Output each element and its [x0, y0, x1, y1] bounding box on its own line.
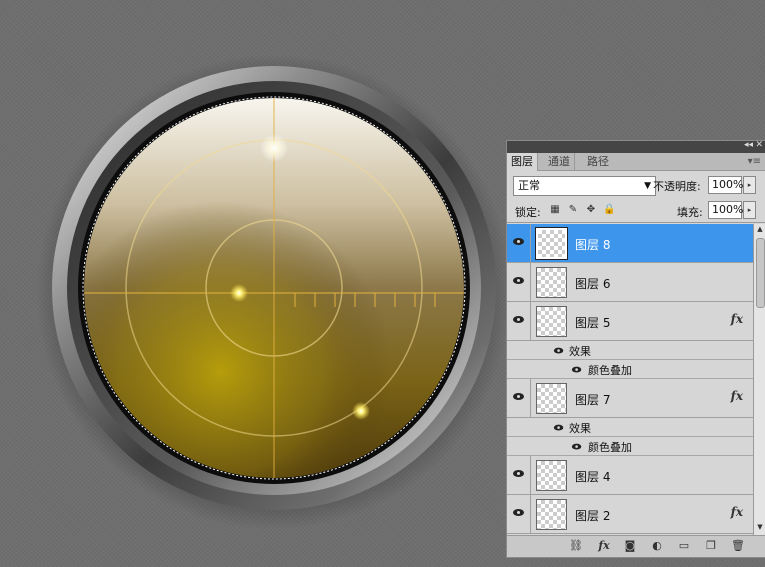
lock-all-icon[interactable]: 🔒 — [603, 204, 615, 216]
eye-icon[interactable] — [553, 424, 565, 433]
tab-paths[interactable]: 路径 — [583, 153, 613, 171]
new-layer-icon[interactable]: ❐ — [704, 539, 718, 553]
chevron-down-icon: ▼ — [644, 181, 651, 191]
layers-scrollbar[interactable]: ▲ ▼ — [753, 224, 765, 535]
folder-icon[interactable]: ▭ — [677, 539, 691, 553]
layers-list: 图层 8 图层 6 图层 5 fx ▲ 效果 颜色叠加 图层 7 — [507, 224, 753, 535]
visibility-toggle[interactable] — [507, 302, 531, 340]
fx-icon[interactable]: fx — [731, 389, 743, 403]
effect-name: 颜色叠加 — [588, 441, 632, 454]
visibility-toggle[interactable] — [507, 263, 531, 301]
opacity-label: 不透明度: — [653, 180, 701, 193]
mask-icon[interactable]: ◙ — [623, 539, 637, 553]
blend-row: 正常 ▼ 不透明度: 100% ▸ — [507, 171, 765, 199]
fx-icon[interactable]: fx — [731, 312, 743, 326]
layer-row[interactable]: 图层 7 fx ▲ — [507, 379, 753, 418]
lock-label: 锁定: — [515, 206, 541, 219]
radar-face — [84, 98, 464, 478]
layer-name: 图层 4 — [575, 470, 611, 484]
blend-mode-select[interactable]: 正常 ▼ — [513, 176, 656, 196]
fill-slider-button[interactable]: ▸ — [743, 201, 756, 219]
layer-row[interactable]: 图层 4 — [507, 456, 753, 495]
layer-row[interactable]: 图层 5 fx ▲ — [507, 302, 753, 341]
blend-mode-value: 正常 — [518, 179, 540, 192]
lock-position-icon[interactable]: ✥ — [585, 204, 597, 216]
tab-layers[interactable]: 图层 — [507, 153, 538, 171]
lock-row: 锁定: ▦ ✎ ✥ 🔒 填充: 100% ▸ — [507, 199, 765, 223]
layer-row[interactable]: 图层 8 — [507, 224, 753, 263]
effects-row[interactable]: 效果 — [507, 341, 753, 360]
layer-name: 图层 2 — [575, 509, 611, 523]
effect-item[interactable]: 颜色叠加 — [507, 360, 753, 379]
eye-icon — [512, 508, 526, 518]
close-icon[interactable]: ✕ — [755, 140, 763, 150]
layer-name: 图层 6 — [575, 277, 611, 291]
visibility-toggle[interactable] — [507, 224, 531, 262]
effects-label: 效果 — [569, 422, 591, 435]
panel-bottom-toolbar: ⛓ fx ◙ ◐ ▭ ❐ 🗑 — [507, 535, 765, 557]
layer-thumbnail — [536, 306, 567, 337]
panel-tabs: 图层 通道 路径 ▾≡ — [507, 153, 765, 171]
link-icon[interactable]: ⛓ — [569, 539, 583, 553]
scroll-down-icon[interactable]: ▼ — [755, 523, 765, 533]
lock-image-pixels-icon[interactable]: ✎ — [567, 204, 579, 216]
visibility-toggle[interactable] — [507, 495, 531, 533]
layer-thumbnail — [536, 460, 567, 491]
eye-icon — [512, 315, 526, 325]
layer-thumbnail — [536, 267, 567, 298]
eye-icon — [512, 237, 526, 247]
eye-icon — [512, 469, 526, 479]
layer-name: 图层 8 — [575, 238, 611, 252]
top-glare — [260, 134, 288, 162]
layers-panel: ◂◂ ✕ 图层 通道 路径 ▾≡ 正常 ▼ 不透明度: 100% ▸ 锁定: ▦… — [506, 140, 765, 558]
fx-icon[interactable]: fx — [597, 539, 611, 553]
fx-icon[interactable]: fx — [731, 505, 743, 519]
layer-name: 图层 5 — [575, 316, 611, 330]
eye-icon — [512, 392, 526, 402]
layer-thumbnail — [536, 383, 567, 414]
trash-icon[interactable]: 🗑 — [731, 539, 745, 553]
scroll-thumb[interactable] — [756, 238, 765, 308]
layer-row[interactable]: 图层 6 — [507, 263, 753, 302]
eye-icon[interactable] — [571, 443, 583, 452]
effect-item[interactable]: 颜色叠加 — [507, 437, 753, 456]
layer-row[interactable]: 图层 2 fx ▲ — [507, 495, 753, 534]
blip-center — [230, 284, 248, 302]
effect-name: 颜色叠加 — [588, 364, 632, 377]
eye-icon — [512, 276, 526, 286]
effects-row[interactable]: 效果 — [507, 418, 753, 437]
adjustment-icon[interactable]: ◐ — [650, 539, 664, 553]
panel-titlebar: ◂◂ ✕ — [507, 140, 765, 153]
eye-icon[interactable] — [571, 366, 583, 375]
fill-input[interactable]: 100% — [708, 201, 743, 219]
visibility-toggle[interactable] — [507, 456, 531, 494]
fill-label: 填充: — [677, 206, 703, 219]
opacity-slider-button[interactable]: ▸ — [743, 176, 756, 194]
eye-icon[interactable] — [553, 347, 565, 356]
layer-name: 图层 7 — [575, 393, 611, 407]
lock-transparent-pixels-icon[interactable]: ▦ — [549, 204, 561, 216]
scroll-up-icon[interactable]: ▲ — [755, 225, 765, 235]
visibility-toggle[interactable] — [507, 379, 531, 417]
layer-thumbnail — [535, 227, 568, 260]
blip-lower-right — [352, 402, 370, 420]
panel-menu-icon[interactable]: ▾≡ — [748, 153, 761, 171]
layer-thumbnail — [536, 499, 567, 530]
tab-channels[interactable]: 通道 — [544, 153, 575, 171]
effects-label: 效果 — [569, 345, 591, 358]
opacity-input[interactable]: 100% — [708, 176, 743, 194]
double-chevron-left-icon[interactable]: ◂◂ — [744, 140, 753, 150]
